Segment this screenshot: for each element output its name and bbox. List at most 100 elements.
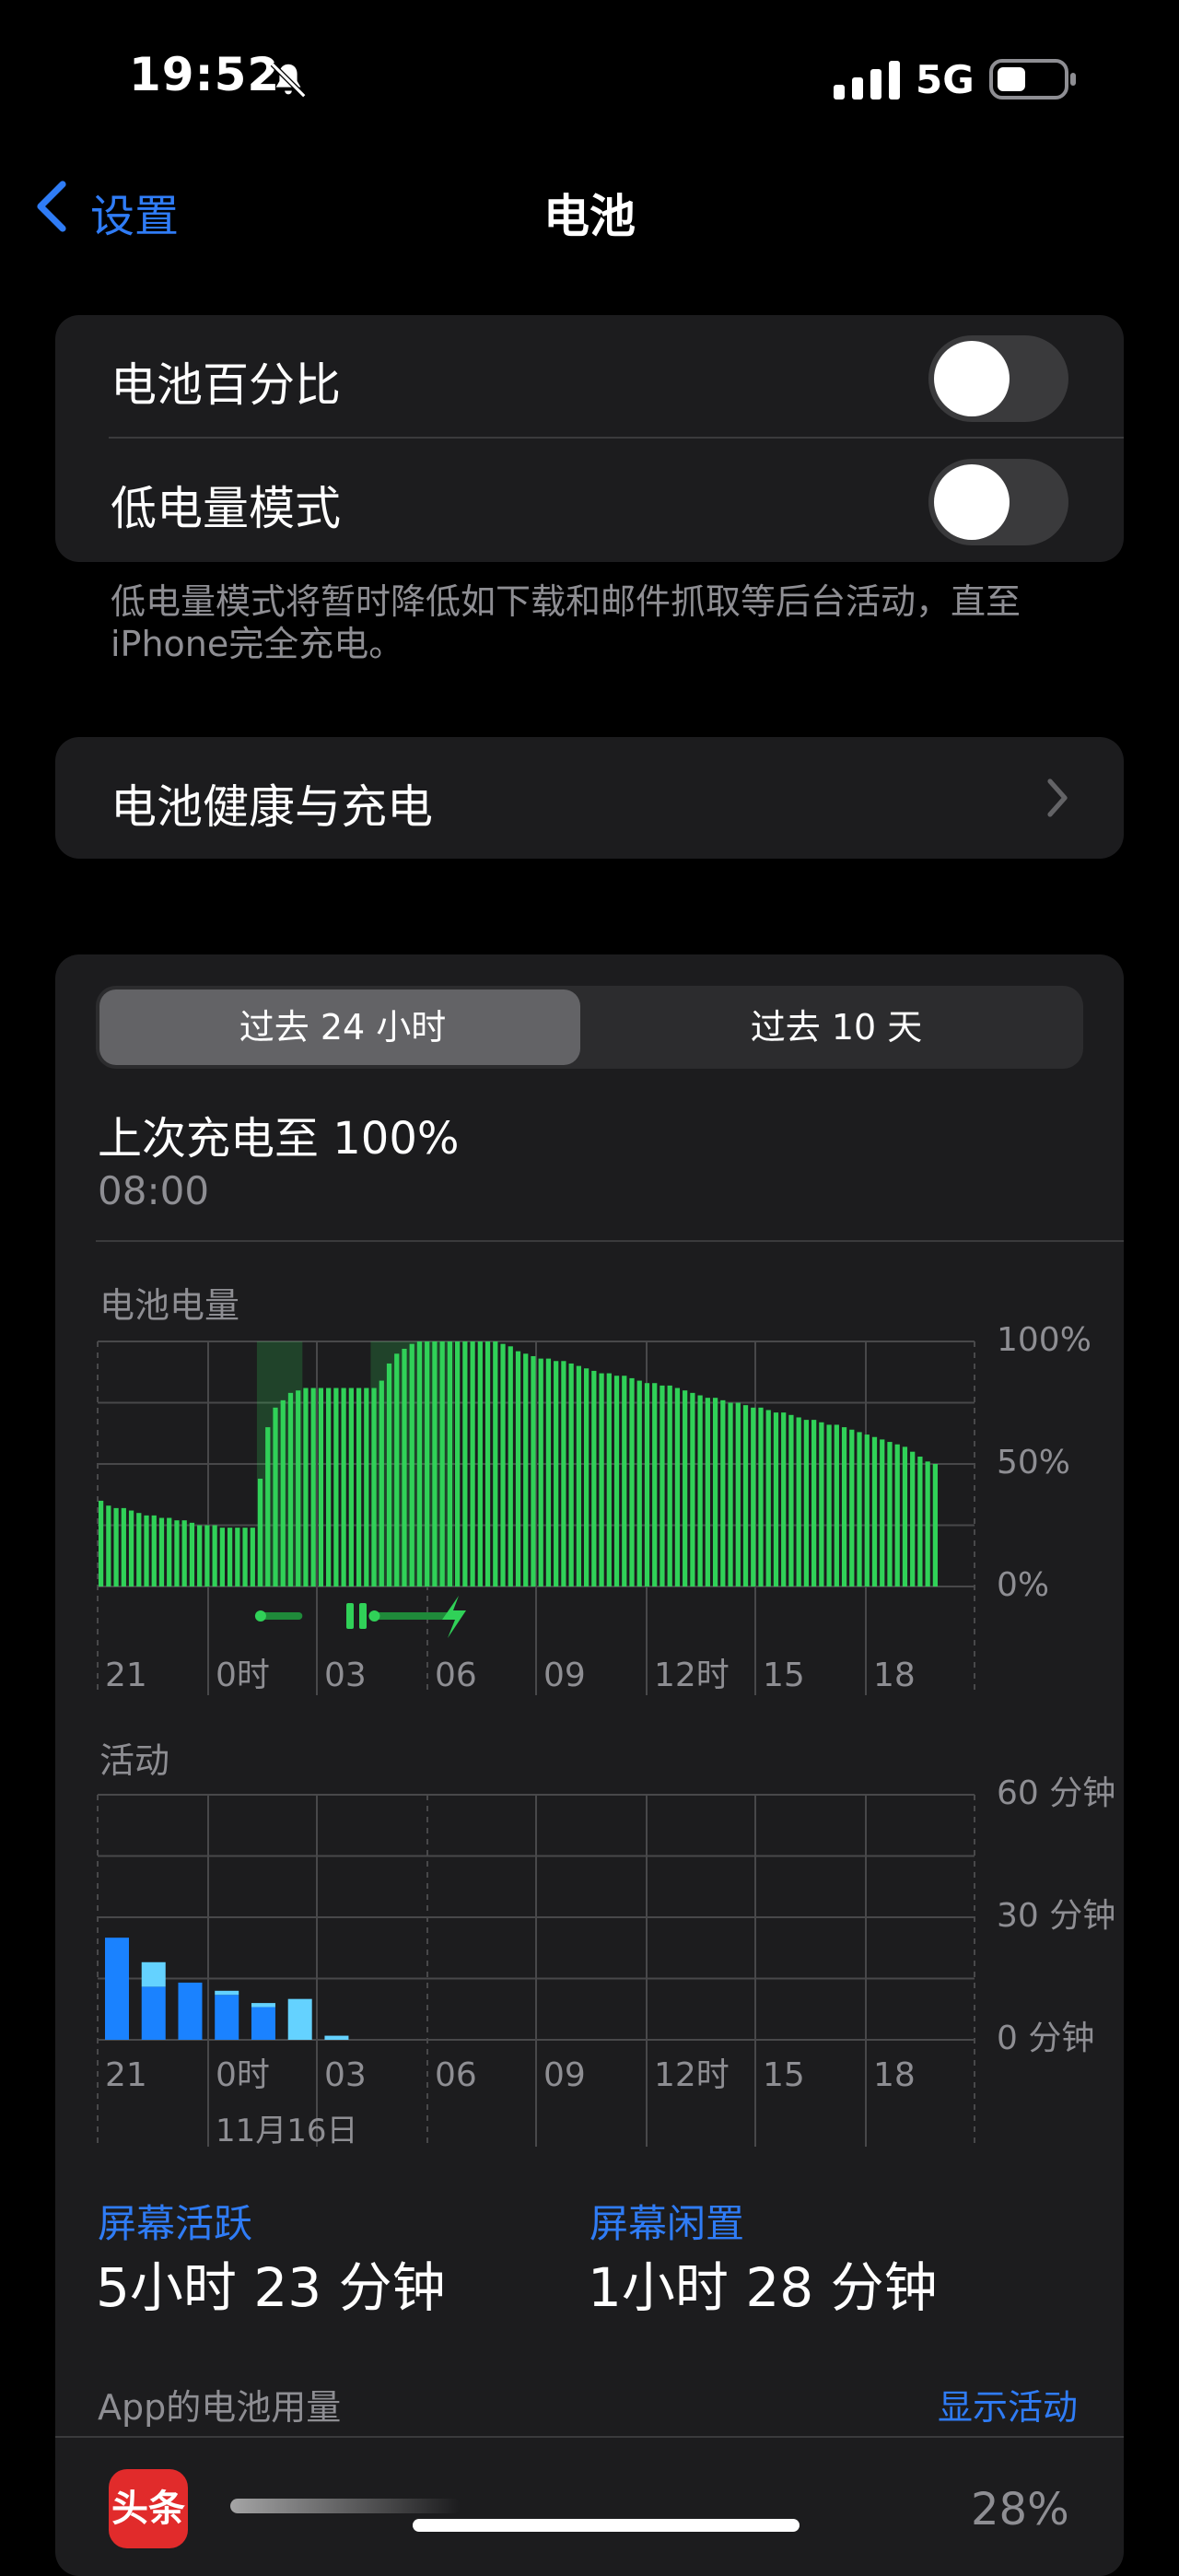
activity-bar-idle	[324, 2035, 349, 2040]
battery-bar	[925, 1461, 930, 1587]
battery-bar	[242, 1528, 248, 1587]
app-usage-header: App的电池用量	[98, 2387, 342, 2428]
battery-x-tick: 03	[324, 1657, 367, 1694]
battery-bar	[402, 1348, 407, 1587]
activity-bar-active	[215, 1995, 239, 2040]
battery-bar	[819, 1422, 824, 1587]
show-activity-link[interactable]: 显示活动	[938, 2379, 1078, 2430]
battery-bar	[341, 1388, 346, 1587]
battery-x-tick: 0时	[216, 1657, 270, 1694]
battery-bar	[447, 1341, 453, 1587]
battery-bar	[834, 1424, 839, 1587]
battery-bar	[576, 1365, 581, 1587]
battery-bar	[599, 1373, 604, 1587]
battery-bar	[697, 1395, 703, 1587]
battery-bar	[932, 1464, 938, 1587]
charging-band	[256, 1341, 303, 1587]
battery-bar	[887, 1442, 893, 1587]
battery-bar	[174, 1520, 180, 1587]
battery-bar	[477, 1341, 483, 1587]
activity-bar-active	[141, 1986, 166, 2040]
battery-bar	[606, 1373, 612, 1587]
battery-bar	[212, 1525, 217, 1587]
battery-bar	[219, 1528, 225, 1587]
battery-bar	[296, 1390, 301, 1587]
charging-indicator	[370, 1612, 455, 1620]
battery-bar	[826, 1424, 832, 1587]
activity-x-tick: 03	[324, 2056, 367, 2094]
battery-bar	[113, 1507, 119, 1587]
battery-bar	[712, 1398, 718, 1587]
battery-bar	[379, 1380, 384, 1587]
battery-bar	[121, 1507, 126, 1587]
battery-bar	[386, 1363, 392, 1587]
activity-bar-idle	[251, 2003, 275, 2008]
battery-bar	[690, 1392, 695, 1587]
battery-y-tick: 100%	[997, 1321, 1091, 1359]
battery-bar	[796, 1417, 801, 1587]
battery-bar	[788, 1414, 794, 1587]
battery-bar	[871, 1436, 878, 1587]
activity-bar-active	[251, 2007, 275, 2040]
battery-bar	[910, 1451, 916, 1587]
battery-bar	[622, 1376, 627, 1587]
battery-bar	[394, 1353, 400, 1587]
battery-x-tick: 21	[105, 1657, 147, 1694]
battery-y-tick: 50%	[997, 1444, 1070, 1481]
activity-bar-idle	[287, 1998, 312, 2040]
battery-bar	[287, 1392, 294, 1587]
battery-bar	[484, 1341, 491, 1587]
battery-x-tick: 09	[543, 1657, 586, 1694]
battery-bar	[364, 1388, 369, 1587]
battery-bar	[144, 1515, 149, 1587]
battery-bar	[265, 1427, 271, 1587]
battery-bar	[758, 1407, 764, 1587]
battery-bar	[531, 1355, 536, 1587]
screen-active-value: 5小时 23 分钟	[96, 2256, 446, 2319]
battery-bar	[523, 1353, 529, 1587]
battery-bar	[765, 1410, 771, 1587]
battery-bar	[181, 1520, 187, 1587]
battery-bar	[811, 1420, 817, 1587]
battery-bar	[880, 1439, 885, 1587]
activity-bar-active	[178, 1982, 203, 2040]
battery-bar	[864, 1434, 870, 1587]
battery-bar	[583, 1368, 590, 1587]
activity-bar-active	[105, 1938, 129, 2040]
battery-bar	[136, 1513, 142, 1587]
battery-bar	[568, 1363, 574, 1587]
pause-icon	[346, 1603, 354, 1629]
battery-bar	[356, 1388, 362, 1587]
battery-bar	[493, 1341, 498, 1587]
battery-level-chart: 电池电量 100% 50% 0% 21 0时 03 06 09 12时 15 18	[97, 1285, 1091, 1695]
battery-bar	[371, 1388, 377, 1587]
battery-bar	[644, 1383, 650, 1587]
battery-bar	[310, 1388, 316, 1587]
battery-bar	[416, 1341, 423, 1587]
battery-x-tick: 18	[873, 1657, 916, 1694]
battery-bar	[432, 1341, 438, 1587]
battery-bar	[561, 1361, 566, 1587]
battery-bar	[470, 1341, 475, 1587]
battery-bar	[227, 1528, 233, 1587]
activity-y-tick: 0 分钟	[997, 2020, 1094, 2057]
activity-chart: 活动 60 分钟 30 分钟 0 分钟 21 0时 03 06 09 12时 15 18 11月16日	[97, 1740, 1115, 2149]
charging-indicator-dot	[254, 1610, 266, 1622]
battery-bar	[189, 1522, 195, 1587]
battery-x-tick: 15	[763, 1657, 805, 1694]
home-indicator[interactable]	[413, 2519, 800, 2532]
pause-icon	[359, 1603, 367, 1629]
battery-bar	[128, 1510, 134, 1587]
activity-x-tick: 18	[873, 2056, 916, 2094]
app-usage-row[interactable]	[55, 2440, 1124, 2556]
battery-bar	[515, 1351, 521, 1587]
activity-date-label: 11月16日	[216, 2113, 358, 2149]
battery-bar	[742, 1405, 749, 1587]
activity-bar-idle	[141, 1961, 166, 1987]
battery-bar	[735, 1402, 741, 1587]
activity-chart-title: 活动	[99, 1740, 169, 1781]
battery-bar	[318, 1388, 324, 1587]
battery-bar	[235, 1528, 240, 1587]
battery-bar	[705, 1398, 710, 1587]
activity-x-tick: 09	[543, 2056, 586, 2094]
